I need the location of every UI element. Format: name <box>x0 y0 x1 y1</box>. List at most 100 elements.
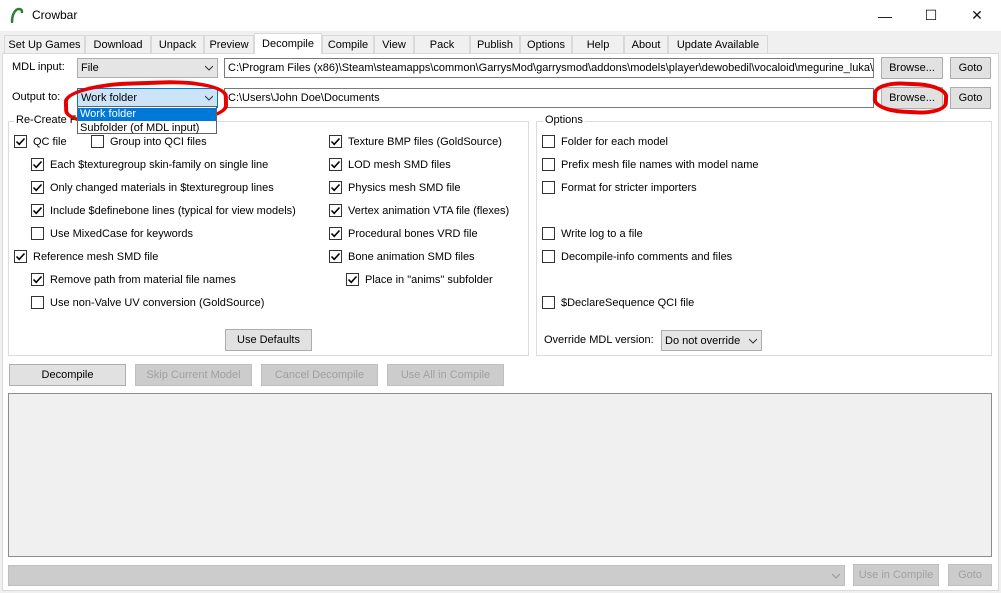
checkbox-label: Folder for each model <box>561 135 668 148</box>
tab-publish[interactable]: Publish <box>470 35 520 53</box>
mdl-input-browse-button[interactable]: Browse... <box>881 57 943 79</box>
qc-file-checkbox[interactable]: QC file <box>14 135 67 148</box>
procedural-bones-vrd-checkbox[interactable]: Procedural bones VRD file <box>329 227 478 240</box>
chevron-down-icon <box>205 95 213 101</box>
tab-pack[interactable]: Pack <box>414 35 470 53</box>
window-title: Crowbar <box>32 8 78 22</box>
use-defaults-button[interactable]: Use Defaults <box>225 329 312 351</box>
tab-options[interactable]: Options <box>520 35 572 53</box>
tab-compile[interactable]: Compile <box>322 35 374 53</box>
checkbox-box <box>329 135 342 148</box>
reference-mesh-smd-checkbox[interactable]: Reference mesh SMD file <box>14 250 158 263</box>
mdl-input-mode-select[interactable]: File <box>77 58 218 78</box>
dropdown-option-work-folder[interactable]: Work folder <box>78 108 216 121</box>
texturegroup-single-line-checkbox[interactable]: Each $texturegroup skin-family on single… <box>31 158 268 171</box>
checkbox-label: Prefix mesh file names with model name <box>561 158 759 171</box>
checkmark-icon <box>32 275 43 284</box>
close-button[interactable]: ✕ <box>954 0 1000 31</box>
checkbox-label: Place in "anims" subfolder <box>365 273 493 286</box>
use-all-in-compile-button[interactable]: Use All in Compile <box>387 364 504 386</box>
tab-about[interactable]: About <box>624 35 668 53</box>
checkbox-label: Physics mesh SMD file <box>348 181 461 194</box>
checkbox-label: Bone animation SMD files <box>348 250 475 263</box>
output-files-select[interactable] <box>8 565 845 586</box>
group-into-qci-checkbox[interactable]: Group into QCI files <box>91 135 207 148</box>
use-in-compile-button[interactable]: Use in Compile <box>853 564 939 586</box>
title-bar <box>0 0 1001 31</box>
checkbox-box <box>542 250 555 263</box>
mixedcase-keywords-checkbox[interactable]: Use MixedCase for keywords <box>31 227 193 240</box>
include-definebone-checkbox[interactable]: Include $definebone lines (typical for v… <box>31 204 296 217</box>
checkmark-icon <box>330 160 341 169</box>
checkbox-label: Decompile-info comments and files <box>561 250 733 263</box>
bottom-goto-button[interactable]: Goto <box>948 564 992 586</box>
skip-current-model-button[interactable]: Skip Current Model <box>135 364 252 386</box>
log-output-area[interactable] <box>8 393 992 557</box>
anims-subfolder-checkbox[interactable]: Place in "anims" subfolder <box>346 273 493 286</box>
tab-preview[interactable]: Preview <box>204 35 254 53</box>
tab-decompile[interactable]: Decompile <box>254 33 322 54</box>
checkmark-icon <box>15 137 26 146</box>
checkbox-label: LOD mesh SMD files <box>348 158 451 171</box>
checkbox-label: Remove path from material file names <box>50 273 236 286</box>
checkmark-icon <box>32 183 43 192</box>
texture-bmp-checkbox[interactable]: Texture BMP files (GoldSource) <box>329 135 502 148</box>
chevron-down-icon <box>832 573 840 579</box>
checkbox-box <box>329 227 342 240</box>
tab-unpack[interactable]: Unpack <box>151 35 204 53</box>
maximize-button[interactable]: ☐ <box>908 0 954 31</box>
checkbox-label: $DeclareSequence QCI file <box>561 296 695 309</box>
checkbox-label: Texture BMP files (GoldSource) <box>348 135 502 148</box>
prefix-mesh-names-checkbox[interactable]: Prefix mesh file names with model name <box>542 158 758 171</box>
checkbox-label: Use MixedCase for keywords <box>50 227 194 240</box>
tab-view[interactable]: View <box>374 35 414 53</box>
tab-download[interactable]: Download <box>85 35 151 53</box>
dropdown-option-subfolder[interactable]: Subfolder (of MDL input) <box>78 122 216 135</box>
checkbox-label: Include $definebone lines (typical for v… <box>50 204 296 217</box>
checkbox-box <box>542 135 555 148</box>
lod-mesh-smd-checkbox[interactable]: LOD mesh SMD files <box>329 158 451 171</box>
checkbox-label: Only changed materials in $texturegroup … <box>50 181 274 194</box>
output-to-mode-value: Work folder <box>81 92 138 104</box>
output-to-dropdown-list: Work folder Subfolder (of MDL input) <box>77 106 217 134</box>
physics-mesh-smd-checkbox[interactable]: Physics mesh SMD file <box>329 181 460 194</box>
decompile-button[interactable]: Decompile <box>9 364 126 386</box>
mdl-input-mode-value: File <box>81 62 99 74</box>
crowbar-logo-icon <box>10 7 24 23</box>
output-to-label: Output to: <box>12 91 61 103</box>
mdl-input-goto-button[interactable]: Goto <box>950 57 991 79</box>
output-to-path-field[interactable]: C:\Users\John Doe\Documents <box>224 88 874 108</box>
tab-set-up-games[interactable]: Set Up Games <box>4 35 85 53</box>
decompile-info-comments-checkbox[interactable]: Decompile-info comments and files <box>542 250 732 263</box>
checkmark-icon <box>330 229 341 238</box>
output-to-mode-select[interactable]: Work folder <box>77 88 218 108</box>
vertex-animation-vta-checkbox[interactable]: Vertex animation VTA file (flexes) <box>329 204 509 217</box>
checkbox-label: Procedural bones VRD file <box>348 227 478 240</box>
mdl-input-path-field[interactable]: C:\Program Files (x86)\Steam\steamapps\c… <box>224 58 874 78</box>
folder-for-each-model-checkbox[interactable]: Folder for each model <box>542 135 668 148</box>
checkbox-box <box>542 227 555 240</box>
non-valve-uv-checkbox[interactable]: Use non-Valve UV conversion (GoldSource) <box>31 296 264 309</box>
remove-material-path-checkbox[interactable]: Remove path from material file names <box>31 273 236 286</box>
checkbox-label: QC file <box>33 135 67 148</box>
checkbox-box <box>31 227 44 240</box>
stricter-importers-checkbox[interactable]: Format for stricter importers <box>542 181 697 194</box>
output-to-browse-button[interactable]: Browse... <box>881 87 943 109</box>
minimize-button[interactable]: — <box>862 0 908 31</box>
cancel-decompile-button[interactable]: Cancel Decompile <box>261 364 378 386</box>
declaresequence-qci-checkbox[interactable]: $DeclareSequence QCI file <box>542 296 694 309</box>
write-log-checkbox[interactable]: Write log to a file <box>542 227 643 240</box>
tab-strip: Set Up Games Download Unpack Preview Dec… <box>0 33 1001 54</box>
tab-help[interactable]: Help <box>572 35 624 53</box>
checkmark-icon <box>32 160 43 169</box>
tab-update-available[interactable]: Update Available <box>668 35 768 53</box>
checkbox-box <box>31 296 44 309</box>
output-to-goto-button[interactable]: Goto <box>950 87 991 109</box>
only-changed-materials-checkbox[interactable]: Only changed materials in $texturegroup … <box>31 181 274 194</box>
bone-animation-smd-checkbox[interactable]: Bone animation SMD files <box>329 250 475 263</box>
override-mdl-version-select[interactable]: Do not override <box>661 330 762 351</box>
checkbox-box <box>14 250 27 263</box>
checkbox-box <box>542 296 555 309</box>
checkbox-box <box>31 273 44 286</box>
options-group-title: Options <box>543 114 585 126</box>
